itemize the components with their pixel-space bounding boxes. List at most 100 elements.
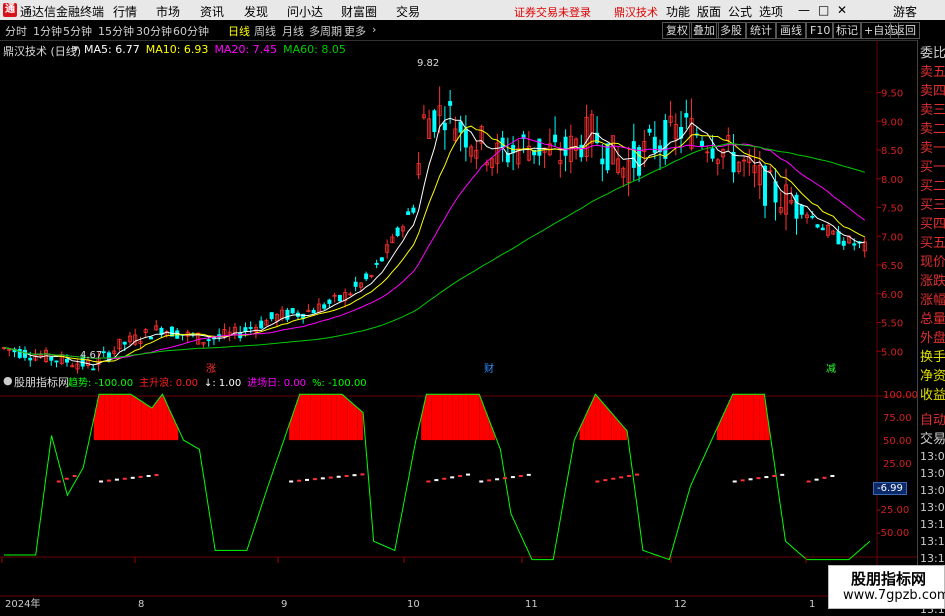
menu-item-assistant[interactable]: 问小达 (287, 3, 323, 20)
maximize-icon[interactable]: □ (818, 3, 829, 17)
indicator-legend-item: ↓: 1.00 (203, 378, 242, 389)
period-tab[interactable]: 30分钟 (136, 23, 172, 39)
auto-label[interactable]: 自动 (920, 410, 945, 431)
candle-body (647, 128, 652, 133)
chart-area[interactable]: 5.00 5.50 6.00 6.50 7.00 7.50 8.00 8.50 9.00 9.50… (0, 40, 917, 609)
trend-fill (447, 394, 453, 441)
candle-body (794, 194, 799, 219)
indicator-toggle-icon[interactable]: ● (3, 374, 13, 387)
trend-fill (463, 394, 469, 441)
quote-field-label: 卖一 (920, 141, 945, 156)
toolbar-button[interactable]: 多股 (716, 22, 746, 39)
candle-body (663, 119, 668, 159)
event-tag-reduce[interactable]: 减 (826, 360, 836, 375)
toolbar-button[interactable]: 叠加 (689, 22, 719, 39)
trend-fill (336, 394, 342, 441)
trend-fill (347, 398, 353, 441)
trend-fill (130, 394, 137, 441)
trend-fill (442, 394, 448, 441)
candle-body (600, 158, 605, 165)
trend-fill (595, 394, 601, 441)
candle-body (700, 140, 705, 147)
trend-fill (320, 394, 327, 441)
candle-body (353, 281, 358, 287)
toolbar-button[interactable]: 统计 (746, 22, 776, 39)
toolbar-button[interactable]: 复权 (662, 22, 692, 39)
trend-fill (748, 394, 754, 441)
ma-line (3, 125, 866, 363)
period-tab[interactable]: 15分钟 (98, 23, 134, 39)
guest-label[interactable]: 游客 (893, 3, 917, 20)
indicator-legend-item: 趋势: -100.00 (68, 378, 134, 389)
period-tab[interactable]: 多周期 (309, 23, 342, 39)
login-status[interactable]: 证券交易未登录 (514, 4, 591, 20)
period-tab[interactable]: 月线 (282, 23, 304, 39)
trend-fill (732, 394, 738, 441)
menu-item-trade[interactable]: 交易 (396, 3, 420, 20)
indicator-name[interactable]: 股朋指标网 (14, 374, 69, 390)
period-tab[interactable]: 更多 (344, 23, 366, 39)
candle-body (763, 165, 768, 206)
title-bar: 通 通达信金融终端 行情 市场 资讯 发现 问小达 财富圈 交易 证券交易未登录… (0, 0, 945, 20)
trade-label[interactable]: 交易 (920, 429, 945, 450)
quote-field-label: 卖三 (920, 103, 945, 118)
minimize-icon[interactable]: — (798, 3, 810, 17)
candle-body (49, 356, 54, 361)
candle-body (815, 224, 820, 228)
trend-fill (759, 394, 765, 441)
ma-line (3, 117, 865, 366)
candle-body (28, 357, 33, 361)
event-tag-rise[interactable]: 涨 (206, 360, 216, 375)
period-tab[interactable]: 日线 (228, 23, 250, 39)
period-tab[interactable]: 5分钟 (63, 23, 92, 39)
more-chevron-icon[interactable]: › (372, 23, 376, 36)
candle-body (411, 207, 416, 213)
close-icon[interactable]: ✕ (837, 3, 847, 17)
tick-time: 13:09 (920, 484, 945, 497)
app-name: 通达信金融终端 (20, 5, 105, 19)
menu-item-discover[interactable]: 发现 (244, 3, 268, 20)
period-tab[interactable]: 周线 (254, 23, 276, 39)
low-marker: 4.67 (80, 350, 103, 361)
y-tick-label: 5.50 (881, 319, 903, 330)
menu-item-functions[interactable]: 功能 (666, 3, 690, 20)
tick-time: 13:09 (920, 501, 945, 514)
y-tick-label: 6.00 (881, 290, 903, 301)
candle-body (463, 128, 468, 148)
menu-item-quotes[interactable]: 行情 (113, 3, 137, 20)
menu-item-formula[interactable]: 公式 (728, 3, 752, 20)
period-toolbar: 分时 1分钟 5分钟 15分钟 30分钟 60分钟 日线 周线 月线 多周期 更多 › 复权 叠加 多股… (0, 20, 945, 41)
toolbar-button[interactable]: 画线 (776, 22, 806, 39)
candle-body (322, 304, 327, 309)
trend-fill (141, 401, 147, 441)
dropdown-icon[interactable]: ▾ (73, 42, 79, 55)
candle-body (841, 240, 846, 246)
candle-body (269, 312, 274, 320)
toolbar-button[interactable]: 标记 (832, 22, 862, 39)
menu-item-options[interactable]: 选项 (759, 3, 783, 20)
candle-body (458, 121, 463, 133)
y-tick-label: 9.00 (881, 117, 903, 128)
quote-field-label: 总量 (920, 312, 945, 327)
ma-legend-item: MA5: 6.77 (84, 43, 140, 56)
toolbar-button[interactable]: F10 (806, 22, 835, 39)
menu-item-news[interactable]: 资讯 (200, 3, 224, 20)
trend-fill (331, 394, 337, 441)
menu-item-layout[interactable]: 版面 (697, 3, 721, 20)
y-tick-label: 75.00 (883, 413, 912, 424)
y-tick-label: 50.00 (883, 436, 912, 447)
period-tab[interactable]: 分时 (5, 23, 27, 39)
trend-fill (125, 394, 131, 441)
trend-fill (304, 394, 311, 441)
menu-item-market[interactable]: 市场 (156, 3, 180, 20)
toolbar-button[interactable]: 返回 (890, 22, 920, 39)
trend-fill (468, 394, 474, 441)
quote-field-label: 现价 (920, 255, 945, 270)
quote-field-label: 卖二 (920, 122, 945, 137)
x-tick-label: 8 (138, 599, 144, 609)
period-tab[interactable]: 1分钟 (33, 23, 62, 39)
y-tick-label: 25.00 (883, 459, 912, 470)
event-tag-finance[interactable]: 财 (484, 360, 494, 375)
period-tab[interactable]: 60分钟 (173, 23, 209, 39)
menu-item-wealth[interactable]: 财富圈 (341, 3, 377, 20)
